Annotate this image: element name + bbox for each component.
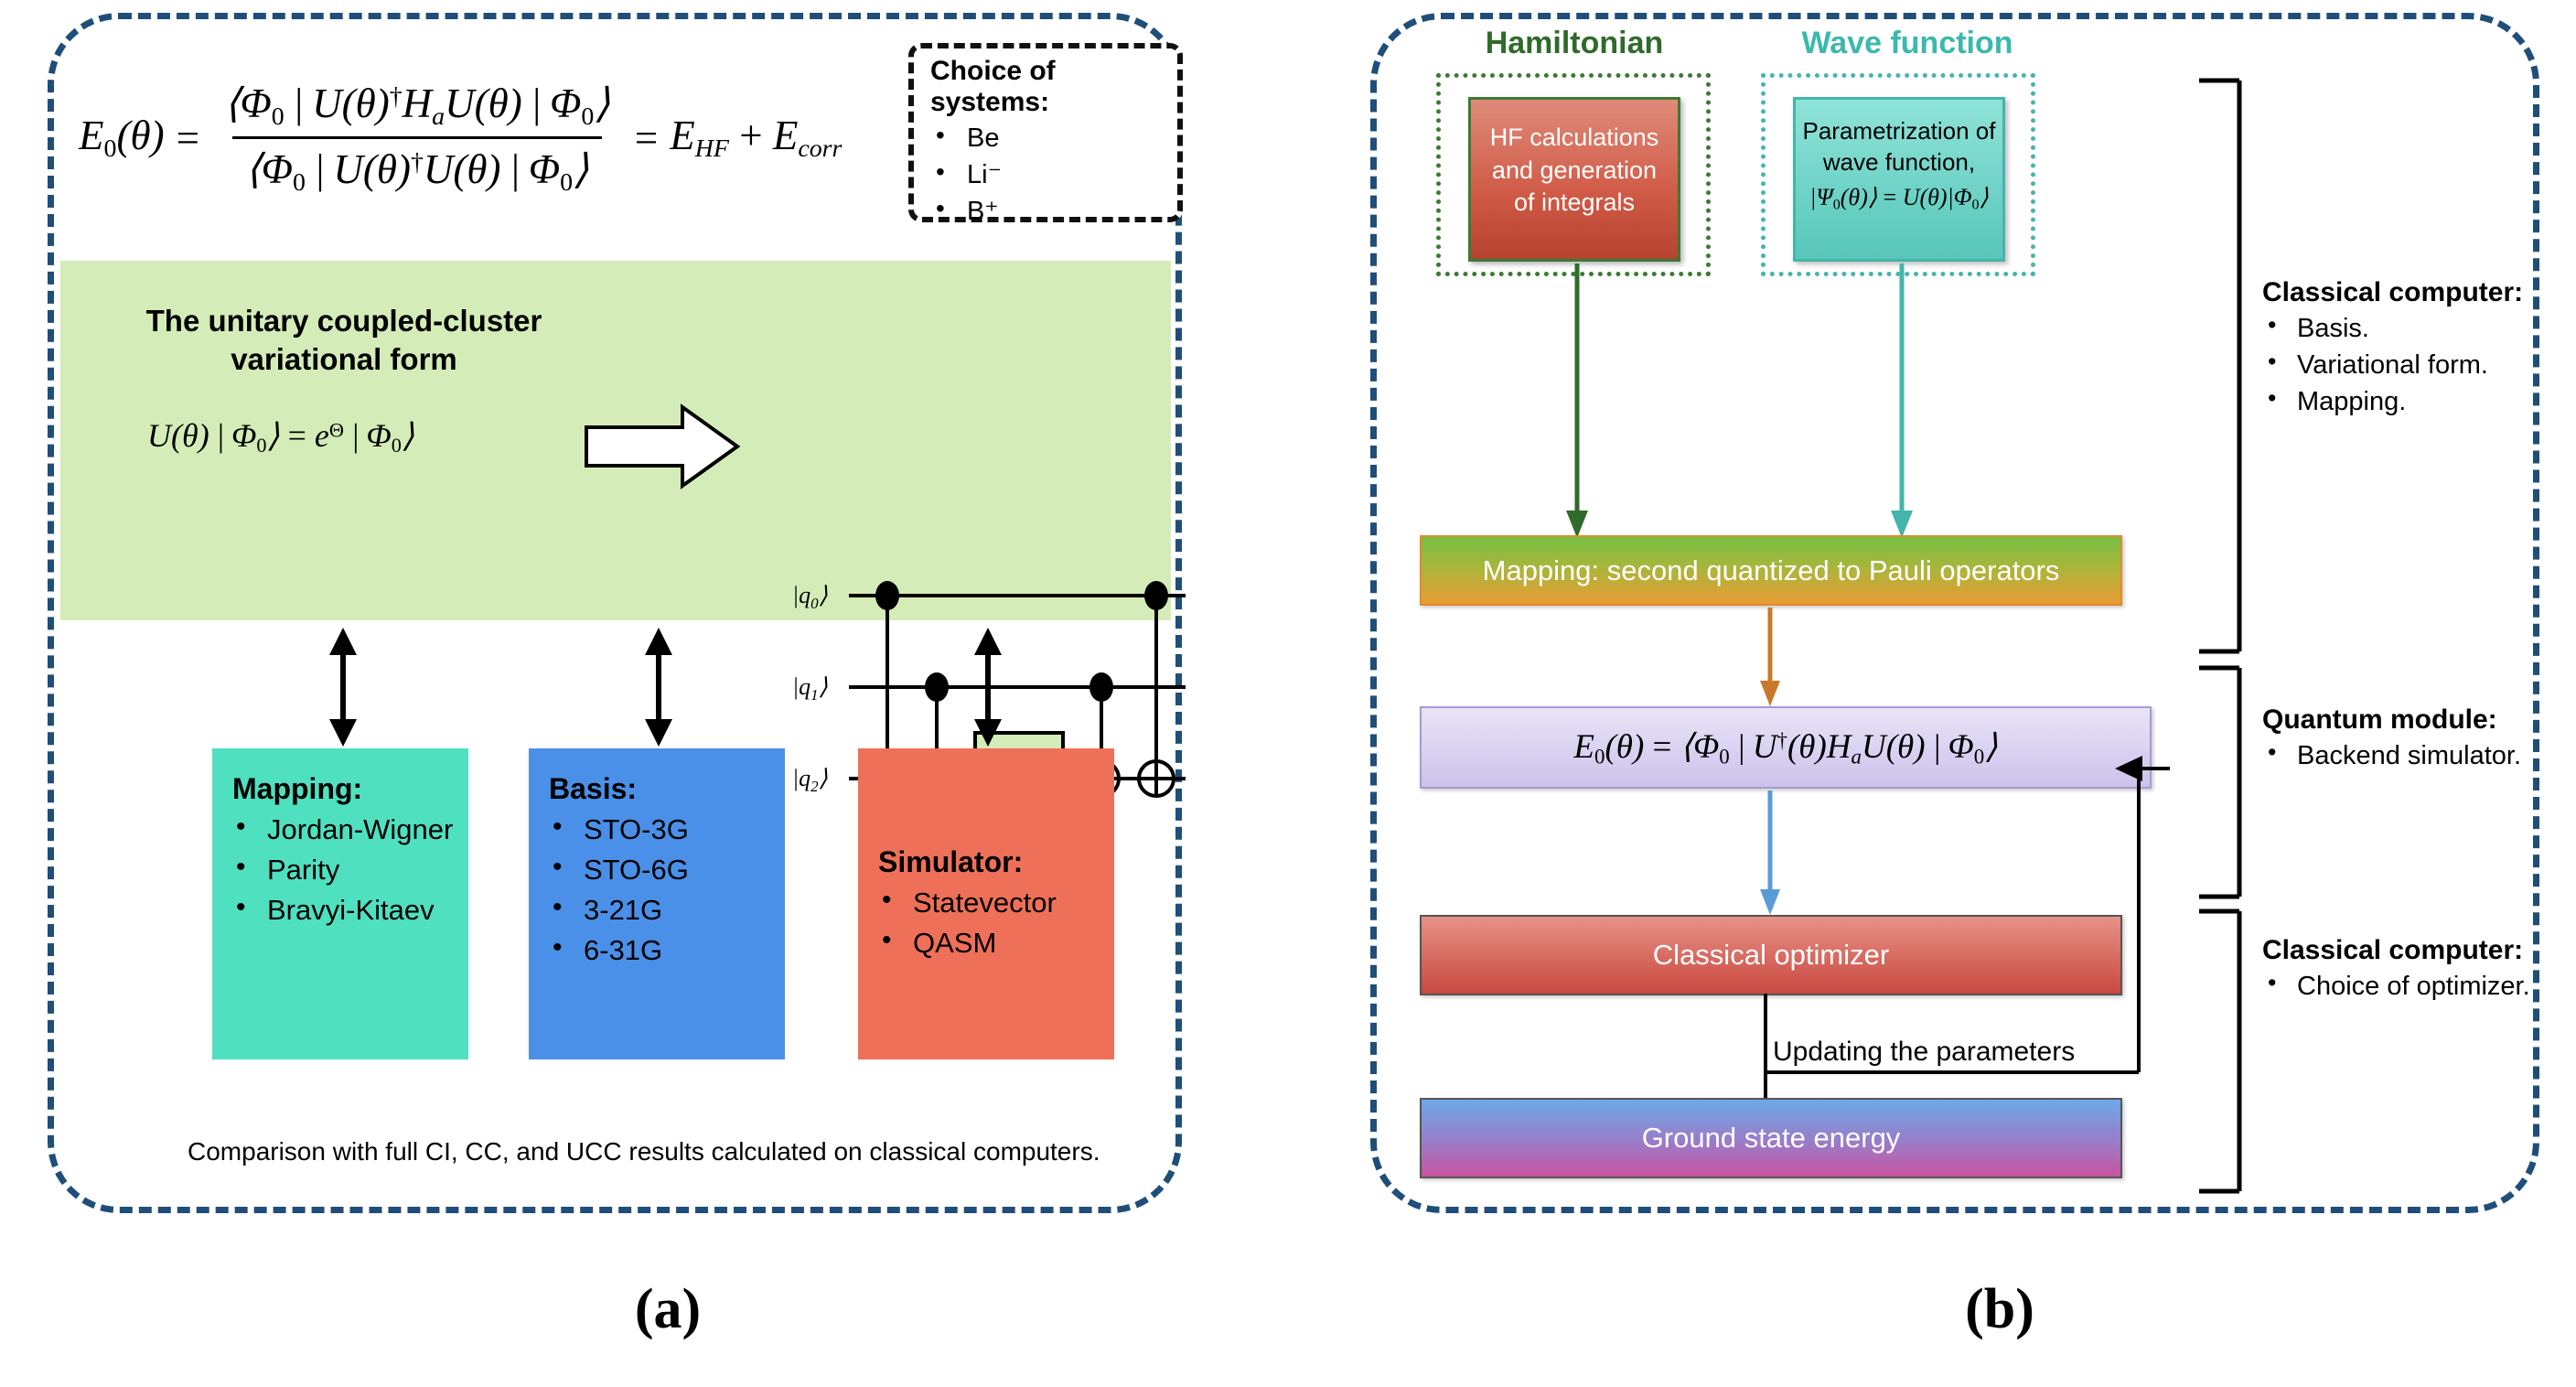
svg-text:|q1⟩: |q1⟩ (792, 673, 828, 704)
list-item: STO-3G (549, 808, 785, 850)
basis-list: STO-3G STO-6G 3-21G 6-31G (549, 808, 785, 971)
list-item: Statevector (878, 881, 1114, 923)
double-arrow-mapping-icon (329, 628, 357, 747)
choice-of-systems-list: Be Li⁻ B⁺ (930, 118, 1177, 230)
list-item: Jordan-Wigner (232, 808, 468, 850)
param-equation: |Ψ0(θ)⟩ = U(θ)|Φ0⟩ (1809, 183, 1989, 213)
simulator-list: Statevector QASM (878, 881, 1114, 963)
double-arrow-simulator-icon (974, 628, 1002, 747)
bracket-quantum-icon (2199, 665, 2242, 899)
basis-options-box: Basis: STO-3G STO-6G 3-21G 6-31G (529, 748, 785, 1059)
list-item: Choice of optimizer. (2262, 966, 2576, 1005)
list-item: B⁺ (930, 191, 1177, 230)
list-item: Parity (232, 848, 468, 890)
annotation-list: Choice of optimizer. (2262, 966, 2576, 1005)
annotation-title: Classical computer: (2262, 935, 2524, 965)
hf-line-1: HF calculations (1489, 124, 1659, 151)
main-energy-equation: E0(θ) = ⟨Φ0 | U(θ)†HaU(θ) | Φ0⟩ ⟨Φ0 | U(… (79, 81, 843, 197)
choice-of-systems-box: Choice of systems: Be Li⁻ B⁺ (908, 43, 1183, 227)
annotation-classical-computer-2: Classical computer: Choice of optimizer. (2262, 935, 2576, 1005)
ucc-equation: U(θ) | Φ0⟩ = eΘ | Φ0⟩ (147, 417, 414, 457)
arrow-hamiltonian-to-mapping-icon (1566, 263, 1588, 538)
arrow-energy-to-optimizer-icon (1760, 790, 1780, 915)
hf-line-3: of integrals (1513, 188, 1636, 217)
list-item: Variational form. (2262, 345, 2576, 383)
list-item: 6-31G (549, 929, 785, 971)
parametrization-box: Parametrization of wave function, |Ψ0(θ)… (1793, 97, 2005, 262)
list-item: QASM (878, 921, 1114, 963)
panel-a-caption: (a) (634, 1278, 702, 1340)
hf-line-2: and generation (1491, 156, 1658, 184)
panel-b-caption: (b) (1965, 1278, 2034, 1340)
block-arrow-icon (585, 403, 741, 489)
list-item: Mapping. (2262, 382, 2576, 420)
list-item: Basis. (2262, 308, 2576, 347)
list-item: Bravyi-Kitaev (232, 888, 468, 930)
ucc-variational-form-panel: The unitary coupled-cluster variational … (60, 261, 1186, 826)
annotation-quantum-module: Quantum module: Backend simulator. (2262, 704, 2576, 774)
updating-parameters-label: Updating the parameters (1773, 1037, 2076, 1067)
simulator-options-box: Simulator: Statevector QASM (858, 748, 1114, 1059)
bracket-classical-2-icon (2199, 909, 2242, 1194)
bracket-classical-1-icon (2199, 78, 2242, 654)
basis-title: Basis: (549, 772, 638, 805)
list-item: 3-21G (549, 888, 785, 930)
wave-function-header: Wave function (1801, 26, 2013, 60)
double-arrow-basis-icon (645, 628, 672, 747)
simulator-title: Simulator: (878, 845, 1024, 878)
mapping-bar: Mapping: second quantized to Pauli opera… (1420, 535, 2122, 606)
annotation-list: Basis. Variational form. Mapping. (2262, 308, 2576, 420)
choice-of-systems-title: Choice of systems: (930, 56, 1056, 117)
param-line-2: wave function, (1822, 147, 1976, 176)
list-item: Backend simulator. (2262, 736, 2576, 774)
annotation-classical-computer-1: Classical computer: Basis. Variational f… (2262, 277, 2576, 420)
list-item: Li⁻ (930, 155, 1177, 193)
comparison-note: Comparison with full CI, CC, and UCC res… (188, 1137, 1100, 1166)
hf-calculations-box: HF calculations and generation of integr… (1468, 97, 1680, 262)
arrow-mapping-to-energy-icon (1760, 607, 1780, 706)
hamiltonian-header: Hamiltonian (1485, 26, 1664, 60)
mapping-list: Jordan-Wigner Parity Bravyi-Kitaev (232, 808, 468, 930)
ground-state-energy-bar: Ground state energy (1420, 1098, 2122, 1178)
annotation-list: Backend simulator. (2262, 736, 2576, 774)
list-item: STO-6G (549, 848, 785, 890)
svg-text:|q0⟩: |q0⟩ (792, 582, 828, 612)
svg-text:|q2⟩: |q2⟩ (792, 765, 828, 795)
feedback-arrow-to-energy-icon (2115, 756, 2170, 1072)
param-line-1: Parametrization of (1802, 117, 1996, 145)
mapping-options-box: Mapping: Jordan-Wigner Parity Bravyi-Kit… (212, 748, 468, 1059)
energy-expectation-bar: E0(θ) = ⟨Φ0 | U†(θ)HaU(θ) | Φ0⟩ (1420, 706, 2152, 789)
annotation-title: Quantum module: (2262, 704, 2497, 735)
annotation-title: Classical computer: (2262, 277, 2524, 307)
ucc-title: The unitary coupled-cluster variational … (145, 304, 542, 377)
mapping-title: Mapping: (232, 772, 363, 805)
arrow-wavefunction-to-mapping-icon (1891, 263, 1913, 538)
list-item: Be (930, 118, 1177, 156)
classical-optimizer-bar: Classical optimizer (1420, 915, 2122, 995)
